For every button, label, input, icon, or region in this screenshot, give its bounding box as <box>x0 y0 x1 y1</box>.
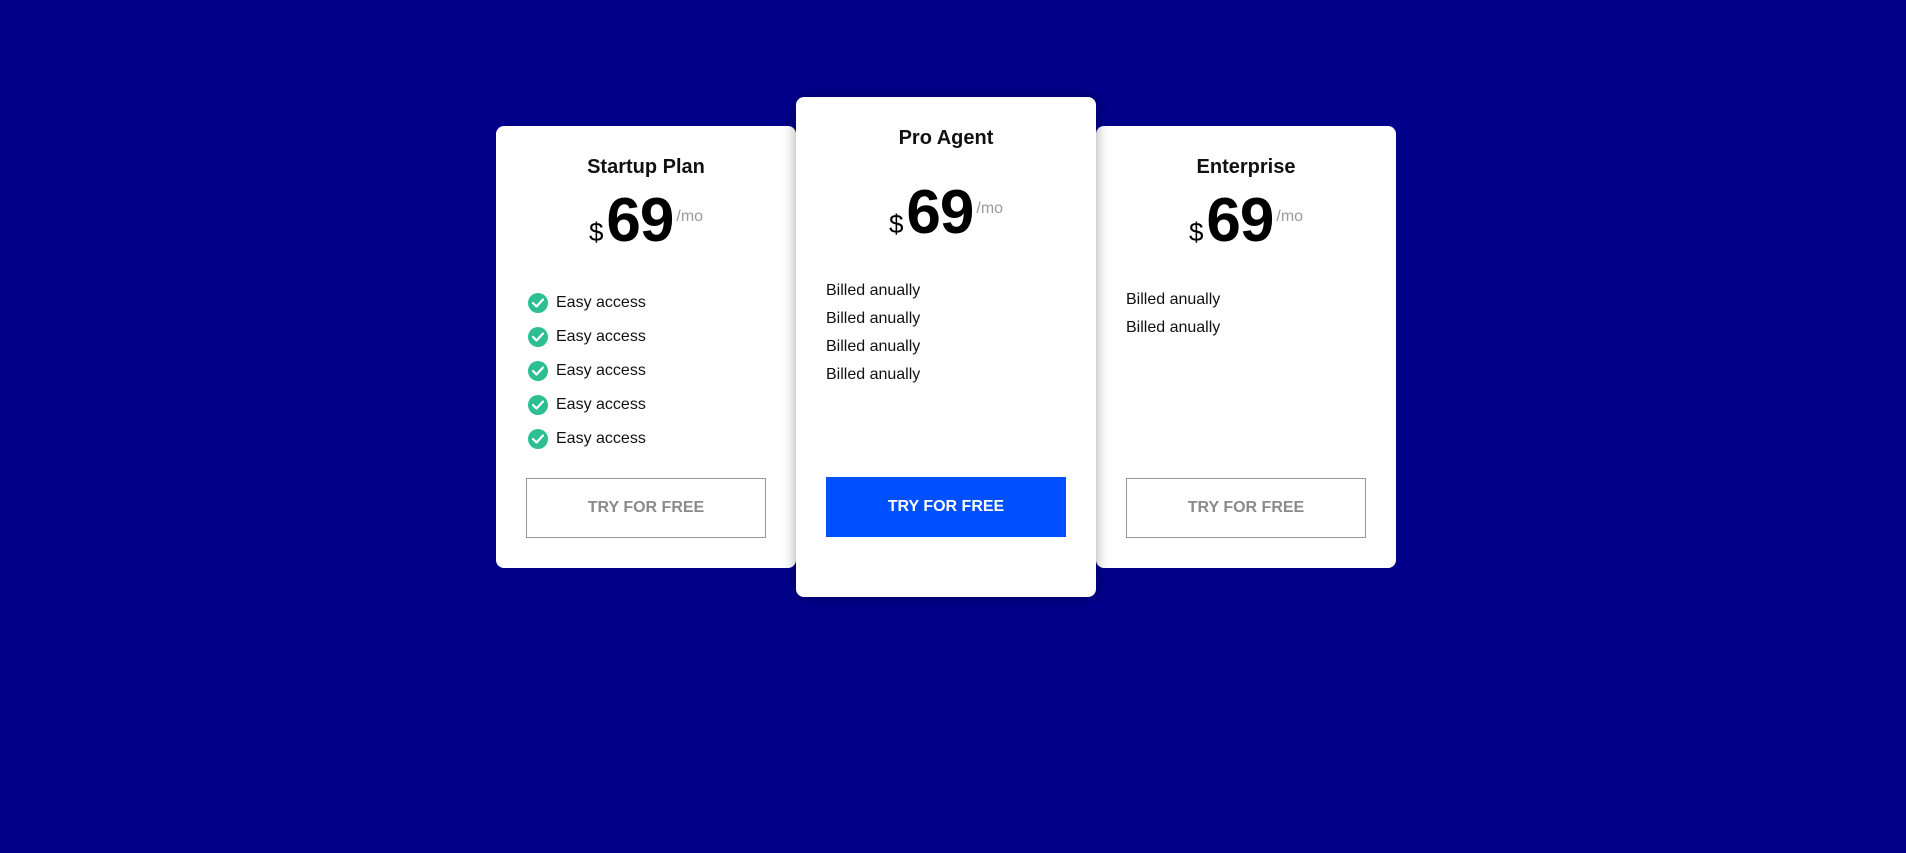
plan-title: Startup Plan <box>587 156 705 178</box>
pricing-card-enterprise: Enterprise $69/mo Billed anually Billed … <box>1096 126 1396 568</box>
try-for-free-button[interactable]: TRY FOR FREE <box>826 477 1066 537</box>
price-period: /mo <box>676 208 704 225</box>
feature-item: Easy access <box>526 320 766 354</box>
feature-item: Billed anually <box>1126 291 1221 308</box>
feature-list: Easy access Easy access Easy access Easy… <box>526 286 766 456</box>
plan-title: Pro Agent <box>898 127 994 149</box>
feature-list: Billed anually Billed anually Billed anu… <box>826 277 1066 389</box>
price-currency: $ <box>888 209 904 239</box>
try-for-free-button[interactable]: TRY FOR FREE <box>1126 478 1366 538</box>
feature-item: Billed anually <box>826 366 921 383</box>
feature-label: Easy access <box>556 294 646 311</box>
check-circle-icon <box>528 395 548 415</box>
price-currency: $ <box>1188 217 1204 247</box>
pricing-card-pro: Pro Agent $69/mo Billed anually Billed a… <box>796 97 1096 597</box>
price: $69/mo <box>796 182 1096 244</box>
plan-title: Enterprise <box>1196 156 1296 178</box>
feature-item: Easy access <box>526 388 766 422</box>
feature-label: Easy access <box>556 396 646 413</box>
feature-item: Billed anually <box>1126 319 1221 336</box>
feature-list: Billed anually Billed anually <box>1126 286 1366 342</box>
feature-item: Billed anually <box>826 338 921 355</box>
feature-label: Easy access <box>556 362 646 379</box>
feature-item: Billed anually <box>826 282 921 299</box>
price-period: /mo <box>976 200 1004 217</box>
check-circle-icon <box>528 293 548 313</box>
check-circle-icon <box>528 327 548 347</box>
price-currency: $ <box>588 217 604 247</box>
price-amount: 69 <box>1206 186 1274 255</box>
price: $69/mo <box>1096 190 1396 252</box>
try-for-free-button[interactable]: TRY FOR FREE <box>526 478 766 538</box>
check-circle-icon <box>528 429 548 449</box>
pricing-card-startup: Startup Plan $69/mo Easy access Easy acc… <box>496 126 796 568</box>
check-circle-icon <box>528 361 548 381</box>
price-amount: 69 <box>906 178 974 247</box>
price-period: /mo <box>1276 208 1304 225</box>
price-amount: 69 <box>606 186 674 255</box>
feature-item: Easy access <box>526 422 766 456</box>
feature-item: Easy access <box>526 286 766 320</box>
price: $69/mo <box>496 190 796 252</box>
feature-label: Easy access <box>556 430 646 447</box>
feature-item: Billed anually <box>826 310 921 327</box>
feature-label: Easy access <box>556 328 646 345</box>
feature-item: Easy access <box>526 354 766 388</box>
